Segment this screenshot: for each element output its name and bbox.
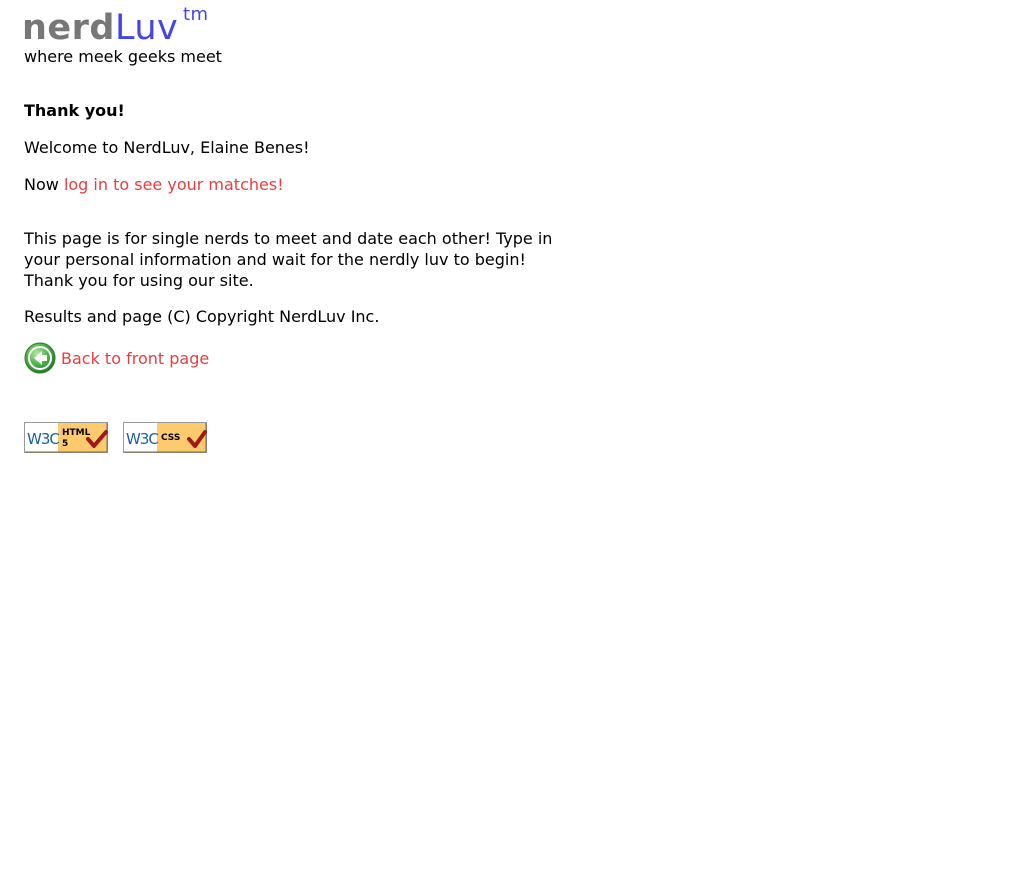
copyright-text: Results and page (C) Copyright NerdLuv I… bbox=[24, 307, 380, 326]
badge-css-label: CSS bbox=[161, 433, 180, 443]
logo-nerd-text: nerd bbox=[22, 8, 115, 48]
about-text: This page is for single nerds to meet an… bbox=[24, 229, 553, 290]
page-heading: Thank you! bbox=[24, 101, 125, 120]
badge-w3c-text: W3C bbox=[126, 430, 158, 448]
login-prompt-prefix: Now bbox=[24, 175, 64, 194]
site-logo: nerdLuv tm bbox=[22, 5, 208, 49]
page: nerdLuv tm where meek geeks meet Thank y… bbox=[22, 4, 584, 453]
banner: nerdLuv tm where meek geeks meet bbox=[22, 4, 584, 66]
welcome-message: Welcome to NerdLuv, Elaine Benes! bbox=[24, 138, 310, 157]
logo-luv-text: Luv bbox=[114, 8, 179, 48]
login-prompt: Now log in to see your matches! bbox=[24, 175, 284, 195]
badge-w3c-text: W3C bbox=[27, 430, 59, 448]
badge-html-label: HTML bbox=[62, 428, 91, 438]
back-arrow-icon[interactable] bbox=[24, 342, 56, 374]
login-link[interactable]: log in to see your matches! bbox=[64, 175, 284, 194]
back-to-front-link[interactable]: Back to front page bbox=[61, 349, 209, 368]
badge-html-version: 5 bbox=[62, 439, 68, 449]
w3c-html5-badge[interactable]: W3C HTML 5 bbox=[24, 422, 108, 453]
tagline: where meek geeks meet bbox=[24, 47, 222, 66]
validator-badges: W3C HTML 5 W3C CSS bbox=[24, 422, 217, 454]
w3c-css-badge[interactable]: W3C CSS bbox=[123, 422, 208, 453]
logo-trademark: tm bbox=[183, 4, 209, 25]
back-to-front[interactable]: Back to front page bbox=[24, 342, 209, 374]
